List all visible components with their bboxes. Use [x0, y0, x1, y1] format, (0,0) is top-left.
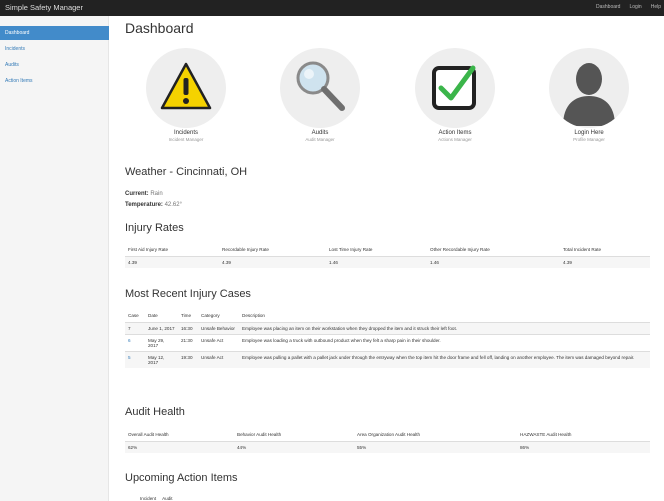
- tile-login-name: Login Here: [574, 130, 604, 136]
- user-icon: [563, 63, 615, 126]
- col-lost-time: Lost Time Injury Rate: [326, 243, 427, 257]
- nav-link-login[interactable]: Login: [629, 4, 641, 10]
- col-audit: Audit: [162, 496, 173, 501]
- col-overall-audit: Overall Audit Health: [125, 428, 234, 442]
- tile-action-items-sub: Actions Manager: [438, 137, 472, 142]
- magnifier-icon: [296, 61, 345, 111]
- value-area-organization-audit: 55%: [354, 441, 517, 453]
- value-total-incident: 4.39: [560, 256, 650, 268]
- weather-temp-value: 42.62°: [164, 202, 182, 208]
- table-row: 5 May 12, 2017 19:30 Unsafe Act Employee…: [125, 351, 650, 368]
- value-other-recordable: 1.46: [427, 256, 560, 268]
- col-behavior-audit: Behavior Audit Health: [234, 428, 354, 442]
- tile-audits-circle[interactable]: [280, 48, 360, 128]
- tile-audits-sub: Audit Manager: [305, 137, 335, 142]
- table-header-row: Overall Audit Health Behavior Audit Heal…: [125, 428, 650, 442]
- weather-current-value: Rain: [150, 191, 163, 197]
- case-time: 19:30: [178, 351, 198, 368]
- col-case: Case: [125, 309, 145, 323]
- table-row: 62% 44% 55% 86%: [125, 441, 650, 453]
- checkbox-icon: [432, 65, 476, 110]
- weather-temp-label: Temperature:: [125, 202, 163, 208]
- col-date: Date: [145, 309, 178, 323]
- tile-action-items-name: Action Items: [438, 130, 472, 136]
- tile-action-items-circle[interactable]: [415, 48, 495, 128]
- recent-cases-title: Most Recent Injury Cases: [125, 288, 251, 300]
- case-category: Unsafe Behavior: [198, 322, 239, 335]
- weather-current: Current: Rain: [125, 191, 163, 197]
- col-description: Description: [239, 309, 650, 323]
- audit-health-title: Audit Health: [125, 406, 185, 418]
- tile-incidents[interactable]: Incidents Incident Manager: [126, 48, 246, 142]
- tile-incidents-sub: Incident Manager: [168, 137, 204, 142]
- value-first-aid: 4.39: [125, 256, 219, 268]
- tile-incidents-name: Incidents: [173, 130, 198, 136]
- value-overall-audit: 62%: [125, 441, 234, 453]
- upcoming-header: Incident Audit: [140, 496, 173, 501]
- case-number[interactable]: 6: [125, 334, 145, 352]
- case-time: 21:30: [178, 334, 198, 352]
- sidebar-item-dashboard[interactable]: Dashboard: [0, 26, 109, 40]
- col-incident: Incident: [140, 496, 157, 501]
- nav-link-help[interactable]: Help: [651, 4, 661, 10]
- case-date: May 12, 2017: [145, 351, 178, 368]
- table-row: 4.39 4.39 1.46 1.46 4.39: [125, 256, 650, 268]
- value-hazwaste-audit: 86%: [517, 441, 650, 453]
- nav-link-dashboard[interactable]: Dashboard: [596, 4, 620, 10]
- table-header-row: Case Date Time Category Description: [125, 309, 650, 323]
- injury-rates-title: Injury Rates: [125, 222, 184, 234]
- sidebar-item-audits[interactable]: Audits: [0, 58, 109, 72]
- case-time: 16:30: [178, 322, 198, 335]
- sidebar-item-incidents[interactable]: Incidents: [0, 42, 109, 56]
- warning-icon: [160, 62, 212, 110]
- case-number[interactable]: 7: [125, 322, 145, 335]
- weather-current-label: Current:: [125, 191, 149, 197]
- col-other-recordable: Other Recordable Injury Rate: [427, 243, 560, 257]
- table-header-row: First Aid Injury Rate Recordable Injury …: [125, 243, 650, 257]
- case-category: Unsafe Act: [198, 351, 239, 368]
- col-first-aid: First Aid Injury Rate: [125, 243, 219, 257]
- tile-login-circle[interactable]: [549, 48, 629, 128]
- tile-action-items[interactable]: Action Items Actions Manager: [395, 48, 515, 142]
- page-title: Dashboard: [125, 20, 194, 36]
- recent-cases-table: Case Date Time Category Description 7 Ju…: [125, 309, 650, 368]
- tile-login-sub: Profile Manager: [573, 137, 605, 142]
- tile-audits[interactable]: Audits Audit Manager: [260, 48, 380, 142]
- weather-title: Weather - Cincinnati, OH: [125, 166, 248, 178]
- case-date: May 29, 2017: [145, 334, 178, 352]
- injury-rates-table: First Aid Injury Rate Recordable Injury …: [125, 243, 650, 268]
- case-description: Employee was pulling a pallet with a pal…: [239, 351, 650, 368]
- case-description: Employee was loading a truck with outbou…: [239, 334, 650, 352]
- tile-audits-name: Audits: [311, 130, 329, 136]
- upcoming-title: Upcoming Action Items: [125, 472, 238, 484]
- sidebar: Dashboard Incidents Audits Action Items: [0, 16, 109, 501]
- col-time: Time: [178, 309, 198, 323]
- top-navbar: Simple Safety Manager Dashboard Login He…: [0, 0, 664, 16]
- tile-incidents-circle[interactable]: [146, 48, 226, 128]
- col-category: Category: [198, 309, 239, 323]
- audit-health-table: Overall Audit Health Behavior Audit Heal…: [125, 428, 650, 453]
- case-date: June 1, 2017: [145, 322, 178, 335]
- case-number[interactable]: 5: [125, 351, 145, 368]
- tile-login[interactable]: Login Here Profile Manager: [529, 48, 649, 142]
- value-recordable: 4.39: [219, 256, 326, 268]
- table-row: 7 June 1, 2017 16:30 Unsafe Behavior Emp…: [125, 322, 650, 335]
- table-row: 6 May 29, 2017 21:30 Unsafe Act Employee…: [125, 334, 650, 352]
- nav-links: Dashboard Login Help: [596, 4, 661, 10]
- value-lost-time: 1.46: [326, 256, 427, 268]
- col-recordable: Recordable Injury Rate: [219, 243, 326, 257]
- sidebar-item-action-items[interactable]: Action Items: [0, 74, 109, 88]
- weather-temperature: Temperature: 42.62°: [125, 202, 182, 208]
- case-category: Unsafe Act: [198, 334, 239, 352]
- app-brand[interactable]: Simple Safety Manager: [5, 3, 83, 12]
- case-description: Employee was placing an item on their wo…: [239, 322, 650, 335]
- col-area-organization-audit: Area Organization Audit Health: [354, 428, 517, 442]
- col-hazwaste-audit: HAZWASTE Audit Health: [517, 428, 650, 442]
- col-total-incident: Total Incident Rate: [560, 243, 650, 257]
- value-behavior-audit: 44%: [234, 441, 354, 453]
